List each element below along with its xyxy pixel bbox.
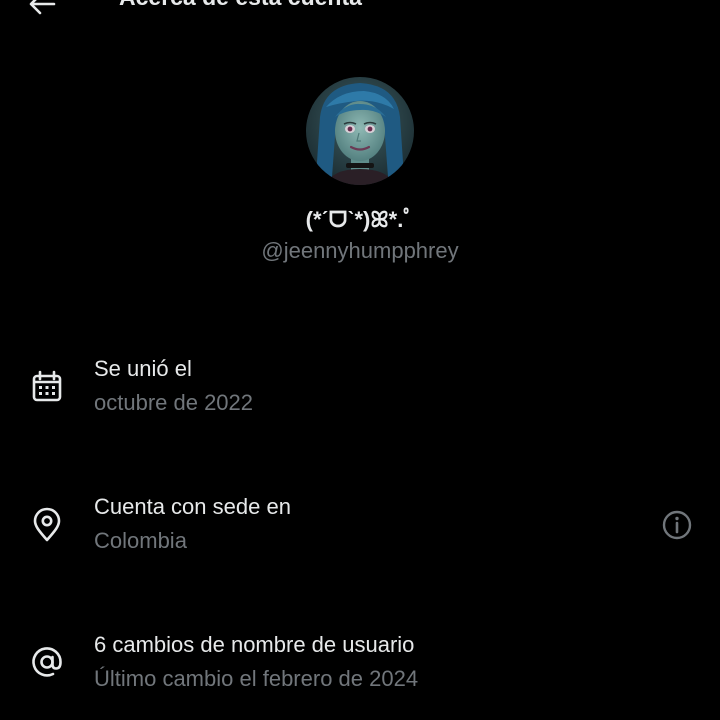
top-bar: Acerca de esta cuenta bbox=[0, 0, 720, 24]
avatar[interactable] bbox=[306, 77, 414, 185]
display-name: (*ˊᗜˋ*)ꕤ*.ﾟ bbox=[305, 207, 415, 232]
username-changes-row: 6 cambios de nombre de usuario Último ca… bbox=[0, 628, 720, 708]
joined-date: octubre de 2022 bbox=[94, 390, 254, 415]
info-icon bbox=[662, 510, 692, 540]
calendar-icon bbox=[29, 369, 65, 405]
joined-label: Se unió el bbox=[94, 356, 192, 381]
account-location-row: Cuenta con sede en Colombia bbox=[0, 490, 720, 570]
joined-date-row: Se unió el octubre de 2022 bbox=[0, 352, 720, 432]
at-sign-icon bbox=[29, 644, 65, 680]
profile-picture bbox=[306, 77, 414, 185]
username-handle: @jeennyhumpphrey bbox=[261, 238, 459, 263]
username-changes-label: 6 cambios de nombre de usuario bbox=[94, 632, 415, 657]
location-pin-icon bbox=[29, 507, 65, 543]
arrow-left-icon bbox=[29, 0, 56, 15]
last-change-date: Último cambio el febrero de 2024 bbox=[94, 666, 419, 691]
location-value: Colombia bbox=[94, 528, 187, 553]
back-button[interactable] bbox=[26, 0, 58, 20]
info-button[interactable] bbox=[660, 508, 694, 542]
page-title: Acerca de esta cuenta bbox=[119, 0, 362, 11]
location-label: Cuenta con sede en bbox=[94, 494, 291, 519]
